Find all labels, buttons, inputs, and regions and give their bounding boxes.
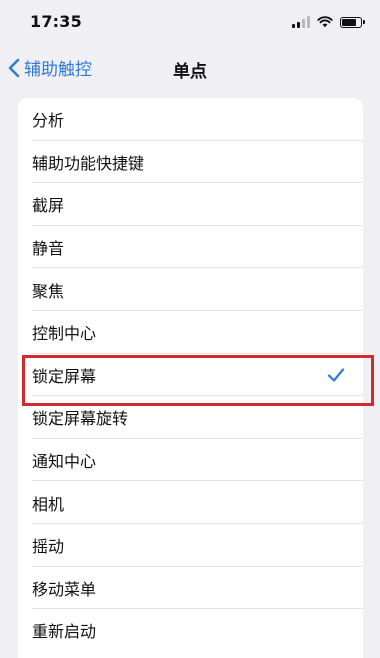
list-item[interactable]: 摇动 (18, 524, 363, 567)
list-item-label: 分析 (32, 111, 65, 131)
cellular-signal-icon (292, 16, 310, 28)
list-item-label: 重新启动 (32, 622, 97, 642)
action-list: 分析辅助功能快捷键 截屏静音聚焦控制中心锁定屏幕锁定屏幕旋转 通知中心相机摇动移动菜… (18, 98, 363, 658)
list-item-label: 相机 (32, 494, 65, 514)
list-item-label: 控制中心 (32, 324, 97, 344)
list-item-label: 静音 (32, 239, 65, 259)
list-item[interactable]: 锁定屏幕 (18, 354, 363, 397)
list-item-label: 辅助功能快捷键 (32, 153, 145, 173)
battery-icon (340, 16, 365, 28)
status-bar: 17:35 (0, 0, 380, 46)
list-item[interactable]: 通知中心 (18, 439, 363, 482)
list-item-label: 移动菜单 (32, 579, 97, 599)
battery-level-fill (342, 18, 356, 26)
wifi-icon (317, 16, 333, 28)
list-item[interactable]: 辅助功能快捷键 (18, 141, 363, 184)
list-item[interactable]: 重新启动 (18, 609, 363, 652)
checkmark-icon (327, 368, 345, 382)
status-time: 17:35 (30, 12, 82, 31)
list-item-label: 锁定屏幕 (32, 366, 97, 386)
list-item-label: 通知中心 (32, 452, 97, 472)
list-item[interactable]: 截屏 (18, 183, 363, 226)
list-item-label: 摇动 (32, 537, 65, 557)
list-item-label: 截屏 (32, 196, 65, 216)
list-item[interactable]: 控制中心 (18, 311, 363, 354)
list-item[interactable]: 分析 (18, 98, 363, 141)
list-item-label: 聚焦 (32, 281, 65, 301)
list-item[interactable]: 锁定屏幕旋转 (18, 396, 363, 439)
screen: 17:35 辅助触控 单点 分析 辅助功能快捷键 截屏 静音 聚焦 控制中心 锁… (0, 0, 380, 658)
page-title: 单点 (173, 62, 207, 82)
navigation-bar: 辅助触控 单点 (0, 46, 380, 90)
list-item-label: 锁定屏幕旋转 (32, 409, 129, 429)
list-item[interactable]: 移动菜单 (18, 567, 363, 610)
list-item[interactable]: 聚焦 (18, 268, 363, 311)
list-item[interactable]: 静音 (18, 226, 363, 269)
status-icons (292, 14, 365, 30)
list-item[interactable]: 相机 (18, 481, 363, 524)
